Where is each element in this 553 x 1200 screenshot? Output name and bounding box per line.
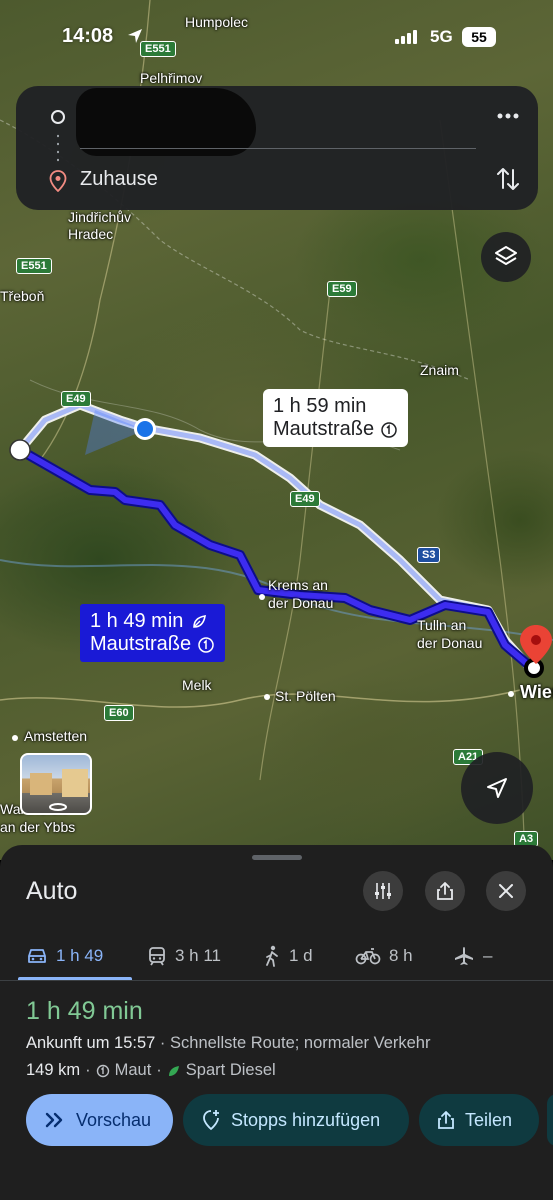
share-icon (438, 1111, 454, 1129)
road-shield: E49 (61, 391, 91, 407)
close-icon (499, 884, 513, 898)
route-toll-text: Mautstraße (273, 418, 375, 440)
route-toll-text: Mautstraße (90, 633, 192, 655)
toll-icon (381, 421, 397, 438)
tab-flight-label: – (483, 946, 493, 965)
status-bar: 14:08 5G 55 (0, 20, 553, 56)
place-label: Melk (182, 677, 212, 693)
tab-bike-label: 8 h (389, 946, 413, 965)
car-icon (28, 949, 46, 963)
share-route-button[interactable] (425, 871, 465, 911)
place-label: Krems an (268, 577, 328, 593)
eco-leaf-icon (193, 614, 207, 628)
tab-walk[interactable]: 1 d (263, 939, 313, 973)
route-options-button[interactable] (363, 871, 403, 911)
road-shield: E551 (16, 258, 52, 274)
place-label: Hradec (68, 226, 114, 242)
navigation-arrow-icon (487, 778, 507, 798)
directions-bottom-sheet[interactable]: Auto 1 h 49 3 h 11 1 d 8 h – 1 h 49 min … (0, 845, 553, 1200)
close-button[interactable] (486, 871, 526, 911)
share-button[interactable]: Teilen (419, 1094, 539, 1146)
tab-transit[interactable]: 3 h 11 (147, 939, 221, 973)
road-shield: E49 (290, 491, 320, 507)
route-time: 1 h 49 min (90, 610, 184, 632)
place-label: Znaim (420, 362, 459, 378)
double-chevron-icon (45, 1112, 63, 1128)
destination-field[interactable]: Zuhause (80, 168, 158, 191)
preview-button-label: Vorschau (76, 1109, 152, 1130)
main-route-label[interactable]: 1 h 49 min Mautstraße (80, 604, 226, 662)
route-time: 1 h 59 min (273, 395, 367, 417)
divider (80, 148, 476, 149)
place-label: Třeboň (0, 288, 45, 304)
layers-icon (495, 246, 517, 265)
train-icon (149, 947, 165, 966)
more-options-icon[interactable] (492, 104, 524, 128)
tab-bike[interactable]: 8 h (355, 939, 413, 973)
add-stops-button[interactable]: Stopps hinzufügen (183, 1094, 409, 1146)
toll-icon (96, 1064, 109, 1077)
tab-walk-label: 1 d (289, 946, 313, 965)
network-type: 5G (430, 27, 453, 46)
place-label: Wien (520, 682, 553, 702)
alternative-route-label[interactable]: 1 h 59 min Mautstraße (263, 389, 409, 447)
tab-car[interactable]: 1 h 49 (26, 939, 103, 973)
place-label: Jindřichův (68, 209, 132, 225)
plane-icon (455, 947, 473, 965)
tab-transit-label: 3 h 11 (175, 946, 222, 965)
destination-marker (524, 658, 544, 678)
preview-button[interactable]: Vorschau (26, 1094, 173, 1146)
bike-icon (355, 948, 381, 965)
place-label: der Donau (268, 595, 334, 611)
walk-icon (266, 945, 278, 967)
route-details: 149 km · Maut · Spart Diesel (26, 1061, 276, 1079)
map-layers-button[interactable] (481, 232, 531, 282)
tab-car-label: 1 h 49 (56, 946, 104, 965)
route-note: · Schnellste Route; normaler Verkehr (155, 1034, 431, 1052)
add-stops-label: Stopps hinzufügen (231, 1109, 381, 1130)
sheet-drag-handle[interactable] (252, 855, 302, 860)
road-shield: E59 (327, 281, 357, 297)
route-input-card: Zuhause (16, 86, 538, 210)
street-view-icon (30, 769, 88, 811)
eta-duration: 1 h 49 min (26, 997, 143, 1025)
place-label: an der Ybbs (0, 819, 76, 835)
origin-field-redacted[interactable] (76, 88, 256, 156)
place-label: Tulln an (417, 617, 467, 633)
route-connector-dots (57, 132, 59, 162)
travel-mode-tabs: 1 h 49 3 h 11 1 d 8 h – (0, 933, 553, 981)
eco-text: Spart Diesel (185, 1061, 276, 1079)
place-label: der Donau (417, 635, 483, 651)
distance: 149 km (26, 1061, 81, 1079)
street-view-thumbnail[interactable] (20, 753, 92, 815)
recenter-button[interactable] (461, 752, 533, 824)
more-actions-button[interactable] (547, 1094, 553, 1146)
road-shield: E60 (104, 705, 134, 721)
route-start-marker (9, 439, 31, 461)
place-label: Pelhřimov (140, 70, 203, 86)
share-icon (437, 882, 453, 900)
destination-pin-icon (49, 170, 67, 192)
toll-text: Maut (114, 1061, 152, 1079)
place-label: Amstetten (24, 728, 88, 744)
swap-direction-icon[interactable] (494, 164, 522, 194)
place-label: St. Pölten (275, 688, 336, 704)
cell-signal-icon (395, 30, 417, 44)
active-tab-indicator (18, 977, 132, 980)
arrival-time: Ankunft um 15:57 (26, 1034, 156, 1052)
tab-flight[interactable]: – (453, 939, 492, 973)
sheet-title: Auto (26, 877, 78, 905)
road-shield: S3 (417, 547, 441, 563)
toll-icon (198, 636, 214, 653)
eco-leaf-icon (168, 1065, 179, 1076)
battery-icon: 55 (462, 27, 496, 47)
add-location-icon (203, 1110, 219, 1131)
origin-circle-icon (51, 110, 65, 124)
sliders-icon (375, 883, 391, 899)
arrival-info: Ankunft um 15:57 · Schnellste Route; nor… (26, 1034, 430, 1053)
location-arrow-icon (128, 29, 142, 43)
share-button-label: Teilen (465, 1109, 513, 1130)
status-time: 14:08 (62, 25, 114, 47)
